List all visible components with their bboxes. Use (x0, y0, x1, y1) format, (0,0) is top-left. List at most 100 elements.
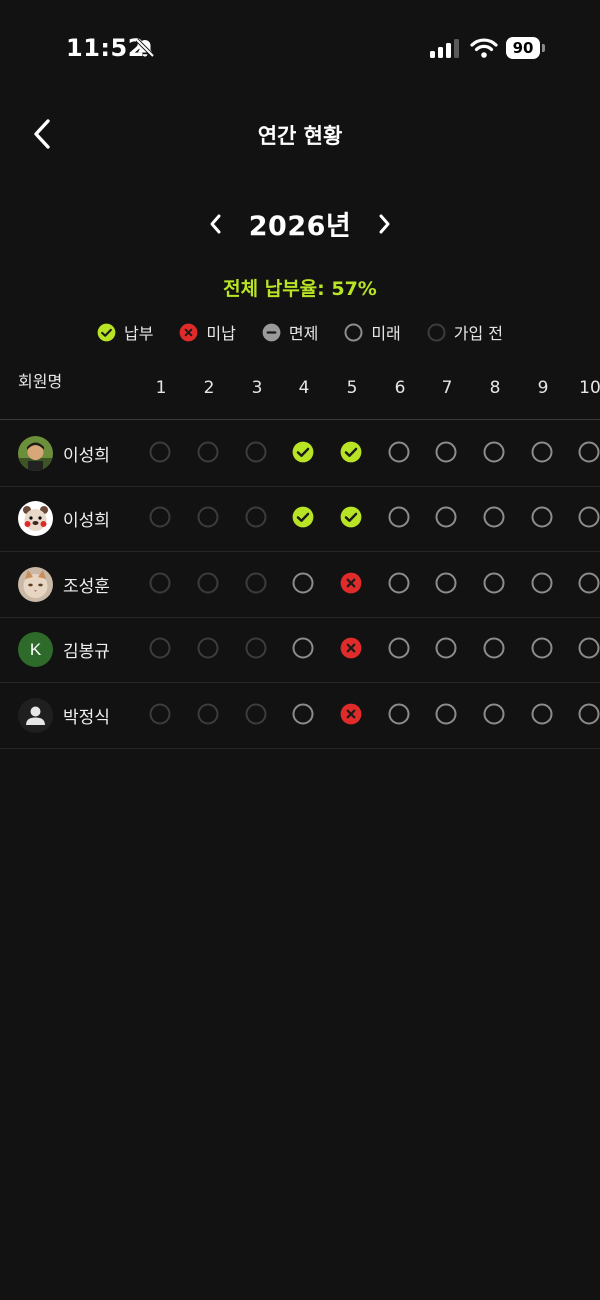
overall-payment-rate: 전체 납부율: 57% (223, 278, 377, 300)
member-name: 이성희 (63, 511, 110, 532)
legend-item-before: 가입 전 (427, 320, 503, 344)
year-label: 2026년 (248, 211, 352, 242)
member-row: 박정식 (0, 683, 600, 749)
status-cell-month-7-empty-circle-icon[interactable] (435, 703, 459, 727)
status-cell-month-3-dim-circle-icon[interactable] (245, 506, 269, 530)
month-header-7: 7 (441, 378, 453, 398)
status-cell-month-6-empty-circle-icon[interactable] (388, 441, 412, 465)
member-row: 이성희 (0, 486, 600, 553)
month-header-4: 4 (298, 378, 310, 398)
status-cell-month-4-empty-circle-icon[interactable] (292, 703, 316, 727)
status-cell-month-2-dim-circle-icon[interactable] (197, 637, 221, 661)
month-header-1: 1 (155, 378, 167, 398)
status-cell-month-1-dim-circle-icon[interactable] (149, 703, 173, 727)
member-name: 박정식 (63, 707, 110, 728)
status-cell-month-4-empty-circle-icon[interactable] (292, 572, 316, 596)
legend-label: 미납 (206, 324, 236, 343)
month-header-10: 10 (579, 378, 600, 398)
minus-circle-icon (262, 323, 281, 342)
status-cell-month-6-empty-circle-icon[interactable] (388, 506, 412, 530)
chevron-right-icon (379, 214, 390, 234)
table-header: 회원명 1 2 3 4 5 6 7 8 9 10 (0, 356, 600, 420)
status-cell-month-7-empty-circle-icon[interactable] (435, 441, 459, 465)
status-cell-month-1-dim-circle-icon[interactable] (149, 441, 173, 465)
status-cell-month-7-empty-circle-icon[interactable] (435, 572, 459, 596)
battery-indicator: 90 (506, 37, 546, 59)
status-cell-month-1-dim-circle-icon[interactable] (149, 506, 173, 530)
status-cell-month-2-dim-circle-icon[interactable] (197, 441, 221, 465)
avatar-photo (18, 501, 53, 537)
member-row: 조성훈 (0, 552, 600, 618)
status-cell-month-5-x-circle-icon[interactable] (340, 637, 364, 661)
status-cell-month-5-x-circle-icon[interactable] (340, 703, 364, 727)
month-header-6: 6 (394, 378, 406, 398)
status-cell-month-10-empty-circle-icon[interactable] (578, 703, 600, 727)
status-cell-month-8-empty-circle-icon[interactable] (483, 572, 507, 596)
empty-circle-icon (344, 323, 363, 342)
status-cell-month-5-check-circle-icon[interactable] (340, 506, 364, 530)
status-cell-month-6-empty-circle-icon[interactable] (388, 637, 412, 661)
check-circle-icon (97, 323, 116, 342)
status-cell-month-7-empty-circle-icon[interactable] (435, 506, 459, 530)
status-cell-month-1-dim-circle-icon[interactable] (149, 637, 173, 661)
month-header-8: 8 (489, 378, 501, 398)
status-cell-month-4-check-circle-icon[interactable] (292, 441, 316, 465)
status-cell-month-10-empty-circle-icon[interactable] (578, 637, 600, 661)
nav-bar: 연간 현황 (0, 100, 600, 166)
status-cell-month-9-empty-circle-icon[interactable] (531, 441, 555, 465)
cellular-signal-icon (430, 38, 460, 62)
member-name: 이성희 (63, 446, 110, 466)
person-icon (18, 697, 53, 733)
status-cell-month-2-dim-circle-icon[interactable] (197, 506, 221, 530)
status-cell-month-9-empty-circle-icon[interactable] (531, 637, 555, 661)
status-cell-month-3-dim-circle-icon[interactable] (245, 703, 269, 727)
x-circle-icon (179, 323, 198, 342)
status-bar: 11:52 90 (0, 0, 600, 96)
wifi-icon (470, 37, 498, 63)
status-cell-month-3-dim-circle-icon[interactable] (245, 637, 269, 661)
legend-label: 가입 전 (453, 324, 504, 343)
month-header-5: 5 (346, 378, 358, 398)
dim-circle-icon (427, 323, 446, 342)
legend-label: 미래 (371, 324, 401, 343)
legend-item-paid: 납부 (97, 320, 153, 344)
status-cell-month-10-empty-circle-icon[interactable] (578, 572, 600, 596)
member-column-header: 회원명 (18, 372, 63, 391)
status-cell-month-9-empty-circle-icon[interactable] (531, 703, 555, 727)
status-cell-month-9-empty-circle-icon[interactable] (531, 572, 555, 596)
status-cell-month-8-empty-circle-icon[interactable] (483, 637, 507, 661)
member-row: K 김봉규 (0, 617, 600, 684)
status-cell-month-10-empty-circle-icon[interactable] (578, 506, 600, 530)
status-cell-month-3-dim-circle-icon[interactable] (245, 572, 269, 596)
avatar-photo (18, 436, 53, 471)
status-cell-month-3-dim-circle-icon[interactable] (245, 441, 269, 465)
status-cell-month-6-empty-circle-icon[interactable] (388, 572, 412, 596)
next-year-button[interactable] (368, 208, 400, 240)
status-cell-month-6-empty-circle-icon[interactable] (388, 703, 412, 727)
avatar-initial: K (18, 632, 53, 668)
year-selector: 2026년 (0, 196, 600, 252)
status-cell-month-5-x-circle-icon[interactable] (340, 572, 364, 596)
status-cell-month-7-empty-circle-icon[interactable] (435, 637, 459, 661)
month-header-9: 9 (537, 378, 549, 398)
status-cell-month-2-dim-circle-icon[interactable] (197, 572, 221, 596)
status-cell-month-4-check-circle-icon[interactable] (292, 506, 316, 530)
status-cell-month-8-empty-circle-icon[interactable] (483, 441, 507, 465)
legend-item-exempt: 면제 (262, 320, 318, 344)
status-cell-month-10-empty-circle-icon[interactable] (578, 441, 600, 465)
status-cell-month-9-empty-circle-icon[interactable] (531, 506, 555, 530)
legend-label: 면제 (288, 324, 319, 343)
bell-muted-icon (134, 37, 156, 63)
legend-label: 납부 (123, 324, 154, 343)
status-cell-month-8-empty-circle-icon[interactable] (483, 703, 507, 727)
status-cell-month-8-empty-circle-icon[interactable] (483, 506, 507, 530)
status-cell-month-4-empty-circle-icon[interactable] (292, 637, 316, 661)
battery-level: 90 (506, 37, 540, 59)
status-cell-month-2-dim-circle-icon[interactable] (197, 703, 221, 727)
member-name: 김봉규 (63, 642, 110, 663)
status-cell-month-5-check-circle-icon[interactable] (340, 441, 364, 465)
status-cell-month-1-dim-circle-icon[interactable] (149, 572, 173, 596)
avatar-photo (18, 566, 53, 602)
status-legend: 납부 미납 면제 미래 가입 전 (0, 318, 600, 346)
member-row: 이성희 (0, 421, 600, 487)
